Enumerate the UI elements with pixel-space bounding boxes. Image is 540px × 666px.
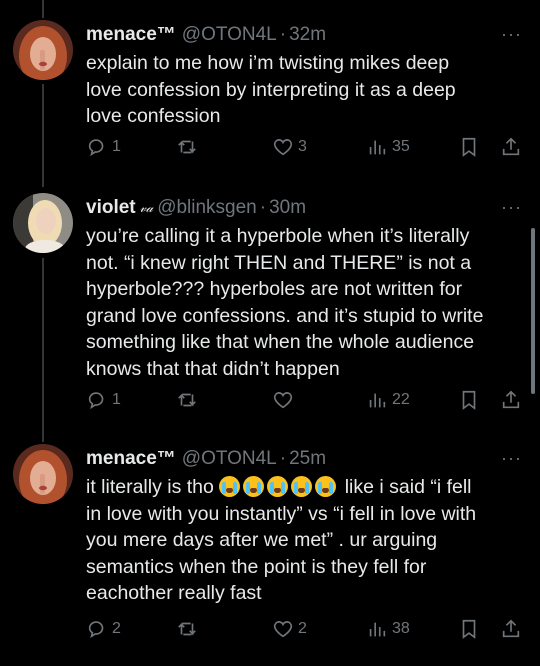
tweet-1[interactable]: menace™ @OTON4L · 32m ··· explain to me … xyxy=(0,20,540,170)
separator-dot: · xyxy=(279,24,287,45)
tweet-header: violet 𝓋𝒶 @blinksgen · 30m ··· xyxy=(86,193,522,223)
tweet-header: menace™ @OTON4L · 25m ··· xyxy=(86,444,522,474)
share-icon xyxy=(502,619,520,638)
share-icon xyxy=(502,390,520,409)
tweet-text: it literally is tho like i said “i fell … xyxy=(86,474,520,607)
tweet-header: menace™ @OTON4L · 32m ··· xyxy=(86,20,522,50)
more-options-icon[interactable]: ··· xyxy=(501,197,522,218)
like-button[interactable]: 2 xyxy=(272,618,307,640)
name-badge: 𝓋𝒶 xyxy=(139,200,154,215)
repost-button[interactable] xyxy=(176,389,202,411)
avatar[interactable] xyxy=(13,20,73,80)
views-button[interactable]: 38 xyxy=(366,618,410,640)
tweet-actions: 1 3 35 xyxy=(86,136,526,160)
crying-face-emoji-icon xyxy=(291,476,313,497)
tweet-3[interactable]: menace™ @OTON4L · 25m ··· it literally i… xyxy=(0,444,540,659)
timestamp[interactable]: 30m xyxy=(269,197,306,219)
share-icon xyxy=(502,137,520,156)
tweet-text-start: it literally is tho xyxy=(86,476,220,498)
heart-icon xyxy=(273,392,293,409)
bookmark-icon xyxy=(462,137,476,157)
timestamp[interactable]: 25m xyxy=(289,448,326,470)
reply-count: 1 xyxy=(112,391,121,408)
views-button[interactable]: 22 xyxy=(366,389,410,411)
user-handle[interactable]: @blinksgen xyxy=(157,197,257,219)
tweet-actions: 2 2 38 xyxy=(86,618,526,642)
more-options-icon[interactable]: ··· xyxy=(501,448,522,469)
tweet-text: explain to me how i’m twisting mikes dee… xyxy=(86,52,456,127)
like-count: 3 xyxy=(298,138,307,155)
share-button[interactable] xyxy=(500,136,522,158)
tweet-text: you’re calling it a hyperbole when it’s … xyxy=(86,225,484,380)
reply-button[interactable]: 2 xyxy=(86,618,121,640)
like-button[interactable] xyxy=(272,389,298,411)
reply-count: 2 xyxy=(112,620,121,637)
timestamp[interactable]: 32m xyxy=(289,24,326,46)
display-name[interactable]: violet xyxy=(86,197,136,219)
views-count: 22 xyxy=(392,391,410,408)
crying-face-emoji-icon xyxy=(267,476,289,497)
separator-dot: · xyxy=(259,197,267,218)
crying-face-emoji-icon xyxy=(219,476,241,497)
more-options-icon[interactable]: ··· xyxy=(501,24,522,45)
views-count: 38 xyxy=(392,620,410,637)
crying-face-emoji-icon xyxy=(315,476,337,497)
heart-icon xyxy=(273,621,293,638)
repost-button[interactable] xyxy=(176,618,202,640)
user-handle[interactable]: @OTON4L xyxy=(182,24,277,46)
repost-icon xyxy=(178,140,196,154)
separator-dot: · xyxy=(279,448,287,469)
views-icon xyxy=(369,140,386,155)
views-icon xyxy=(369,622,386,637)
display-name[interactable]: menace™ xyxy=(86,24,176,46)
bookmark-icon xyxy=(462,619,476,639)
share-button[interactable] xyxy=(500,618,522,640)
thread-line-top xyxy=(42,0,44,18)
bookmark-icon xyxy=(462,390,476,410)
repost-icon xyxy=(178,393,196,407)
repost-button[interactable] xyxy=(176,136,202,158)
scrollbar[interactable] xyxy=(531,228,535,394)
reply-count: 1 xyxy=(112,138,121,155)
user-handle[interactable]: @OTON4L xyxy=(182,448,277,470)
avatar[interactable] xyxy=(13,193,73,253)
reply-icon xyxy=(88,392,104,410)
heart-icon xyxy=(273,139,293,156)
tweet-actions: 1 22 xyxy=(86,389,526,413)
tweet-2[interactable]: violet 𝓋𝒶 @blinksgen · 30m ··· you’re ca… xyxy=(0,193,540,423)
bookmark-button[interactable] xyxy=(458,136,480,158)
share-button[interactable] xyxy=(500,389,522,411)
views-button[interactable]: 35 xyxy=(366,136,410,158)
bookmark-button[interactable] xyxy=(458,389,480,411)
avatar[interactable] xyxy=(13,444,73,504)
reply-button[interactable]: 1 xyxy=(86,136,121,158)
views-icon xyxy=(369,393,386,408)
like-count: 2 xyxy=(298,620,307,637)
crying-face-emoji-icon xyxy=(243,476,265,497)
like-button[interactable]: 3 xyxy=(272,136,307,158)
views-count: 35 xyxy=(392,138,410,155)
display-name[interactable]: menace™ xyxy=(86,448,176,470)
bookmark-button[interactable] xyxy=(458,618,480,640)
repost-icon xyxy=(178,622,196,636)
reply-icon xyxy=(88,139,104,157)
reply-button[interactable]: 1 xyxy=(86,389,121,411)
reply-icon xyxy=(88,621,104,639)
